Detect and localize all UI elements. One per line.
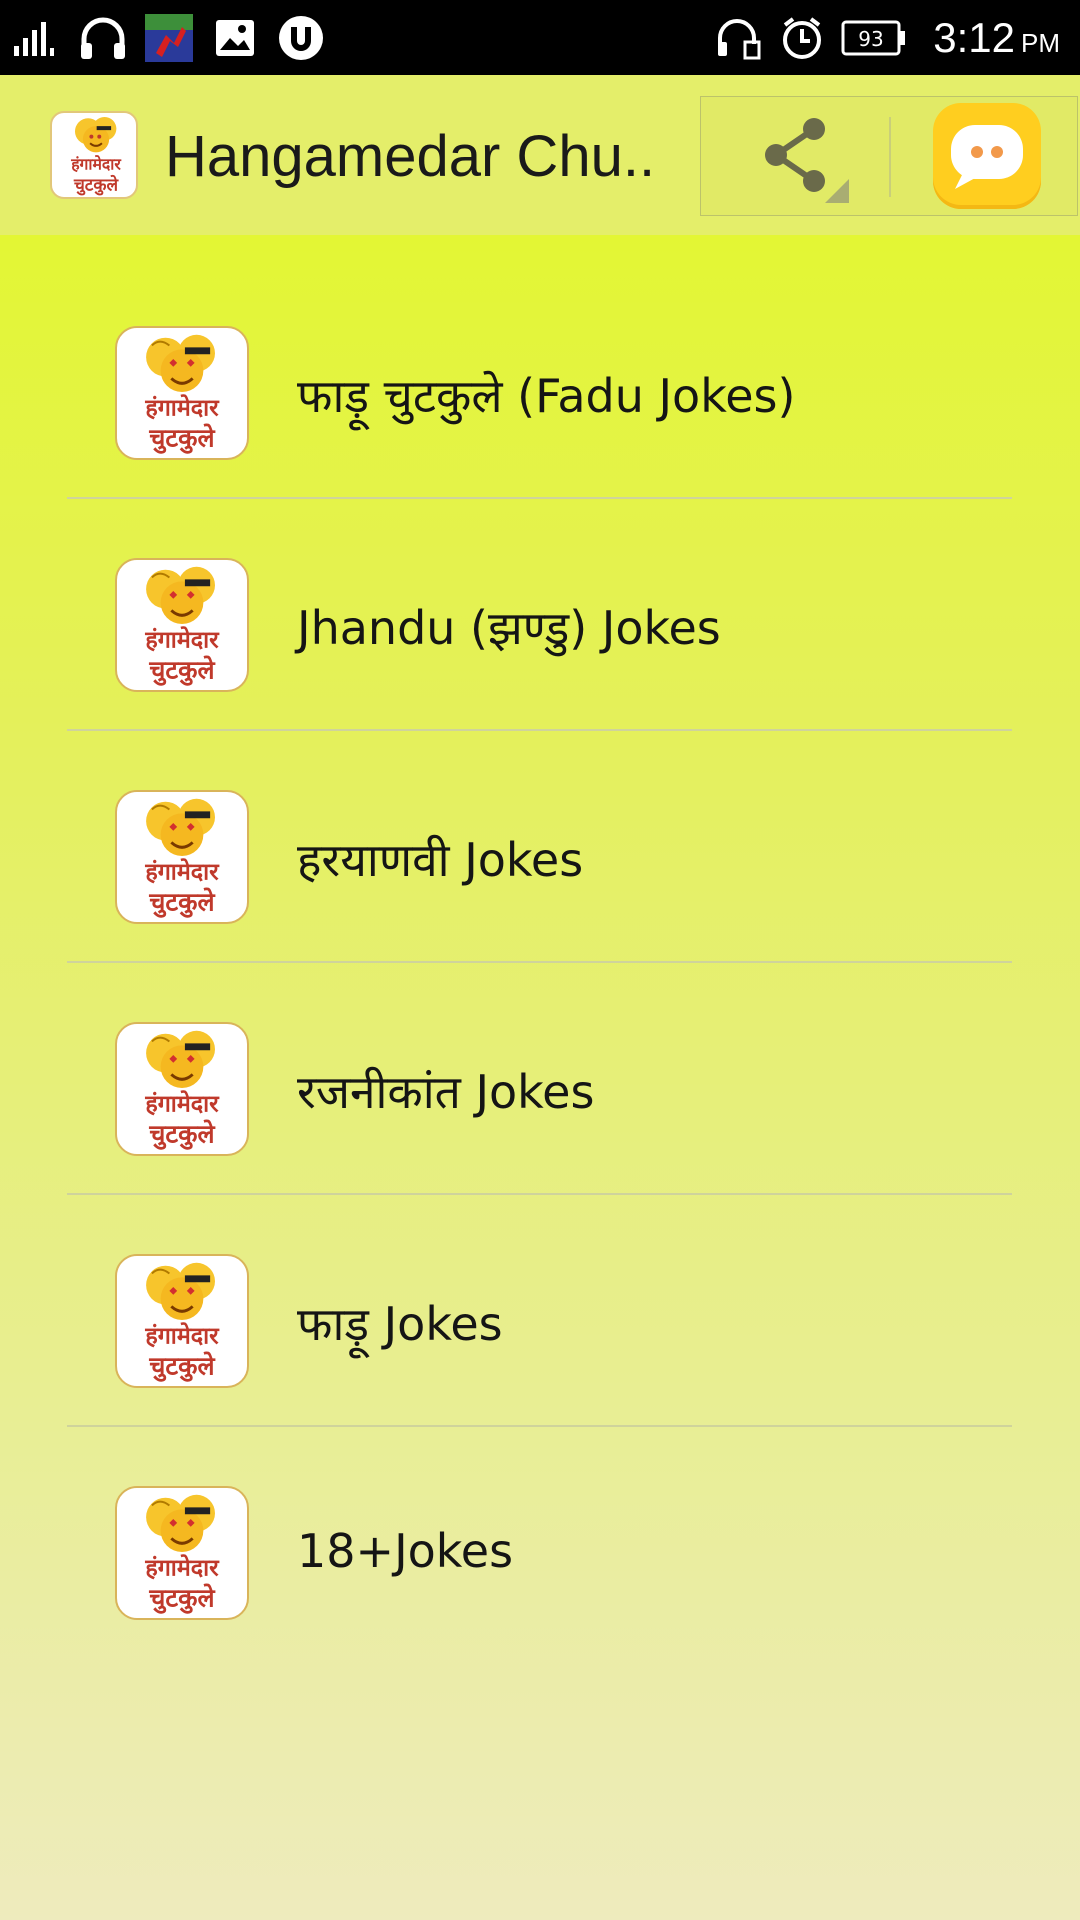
- menu-item-label: फाड़ू Jokes: [297, 1297, 503, 1351]
- category-thumbnail: हंगामेदार चुटकुले: [115, 1486, 249, 1620]
- menu-item[interactable]: हंगामेदार चुटकुले 18+Jokes: [67, 1426, 1012, 1657]
- menu-item[interactable]: हंगामेदार चुटकुले हरयाणवी Jokes: [67, 730, 1012, 961]
- svg-text:चुटकुले: चुटकुले: [148, 1582, 215, 1614]
- chat-button[interactable]: [933, 103, 1041, 209]
- action-bar-buttons: [700, 96, 1078, 216]
- menu-item-label: रजनीकांत Jokes: [297, 1065, 595, 1119]
- category-thumbnail: हंगामेदार चुटकुले: [115, 790, 249, 924]
- svg-text:हंगामेदार: हंगामेदार: [144, 1089, 220, 1117]
- menu-item-label: फाड़ू चुटकुले (Fadu Jokes): [297, 369, 796, 423]
- menu-item[interactable]: हंगामेदार चुटकुले फाड़ू चुटकुले (Fadu Jo…: [67, 266, 1012, 497]
- utorrent-icon: [276, 13, 326, 63]
- svg-text:हंगामेदार: हंगामेदार: [70, 154, 121, 173]
- svg-text:चुटकुले: चुटकुले: [73, 174, 120, 195]
- action-divider: [889, 117, 891, 197]
- svg-text:हंगामेदार: हंगामेदार: [144, 857, 220, 885]
- svg-text:चुटकुले: चुटकुले: [148, 654, 215, 686]
- svg-text:चुटकुले: चुटकुले: [148, 1350, 215, 1382]
- headset-bluetooth-icon: [713, 13, 763, 63]
- menu-item[interactable]: हंगामेदार चुटकुले Jhandu (झण्डु) Jokes: [67, 498, 1012, 729]
- battery-level: 93: [859, 27, 884, 51]
- status-bar: 93 3:12 PM: [0, 0, 1080, 75]
- svg-text:चुटकुले: चुटकुले: [148, 422, 215, 454]
- svg-text:चुटकुले: चुटकुले: [148, 1118, 215, 1150]
- category-thumbnail: हंगामेदार चुटकुले: [115, 1022, 249, 1156]
- chat-icon: [951, 125, 1023, 189]
- app-logo: हंगामेदार चुटकुले: [50, 111, 138, 199]
- category-thumbnail: हंगामेदार चुटकुले: [115, 558, 249, 692]
- svg-text:हंगामेदार: हंगामेदार: [144, 393, 220, 421]
- category-thumbnail: हंगामेदार चुटकुले: [115, 1254, 249, 1388]
- svg-text:चुटकुले: चुटकुले: [148, 886, 215, 918]
- app-title: Hangamedar Chu..: [165, 124, 656, 189]
- share-icon: [765, 118, 849, 203]
- share-button[interactable]: [721, 107, 861, 207]
- app-thumbnail-icon: [144, 13, 194, 63]
- image-icon: [210, 13, 260, 63]
- svg-text:हंगामेदार: हंगामेदार: [144, 625, 220, 653]
- app-bar: हंगामेदार चुटकुले Hangamedar Chu..: [0, 75, 1080, 235]
- menu-item[interactable]: हंगामेदार चुटकुले रजनीकांत Jokes: [67, 962, 1012, 1193]
- headphones-icon: [78, 13, 128, 63]
- menu-item-label: Jhandu (झण्डु) Jokes: [297, 601, 721, 655]
- svg-text:हंगामेदार: हंगामेदार: [144, 1553, 220, 1581]
- menu-item-label: 18+Jokes: [297, 1524, 514, 1578]
- menu-item-label: हरयाणवी Jokes: [297, 833, 584, 887]
- category-thumbnail: हंगामेदार चुटकुले: [115, 326, 249, 460]
- signal-icon: [12, 13, 62, 63]
- svg-text:हंगामेदार: हंगामेदार: [144, 1321, 220, 1349]
- alarm-icon: [777, 13, 827, 63]
- category-list: हंगामेदार चुटकुले फाड़ू चुटकुले (Fadu Jo…: [0, 235, 1080, 1920]
- menu-item[interactable]: हंगामेदार चुटकुले फाड़ू Jokes: [67, 1194, 1012, 1425]
- battery-icon: 93: [841, 13, 907, 63]
- clock: 3:12 PM: [933, 14, 1060, 61]
